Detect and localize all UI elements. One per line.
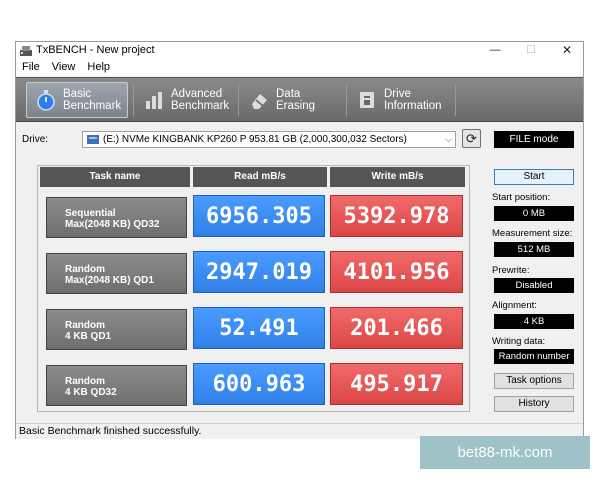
task-button[interactable]: Random 4 KB QD1 bbox=[46, 309, 187, 350]
task-name-line1: Random bbox=[65, 376, 105, 387]
header-read: Read mB/s bbox=[193, 167, 327, 187]
measurement-size-label: Measurement size: bbox=[492, 228, 573, 239]
read-value: 52.491 bbox=[193, 307, 325, 349]
start-button[interactable]: Start bbox=[494, 169, 574, 185]
drive-select[interactable]: (E:) NVMe KINGBANK KP260 P 953.81 GB (2,… bbox=[82, 131, 456, 148]
tab-advanced-benchmark[interactable]: Advanced Benchmark bbox=[135, 82, 235, 118]
measurement-size-value[interactable]: 512 MB bbox=[494, 242, 574, 257]
task-name-line1: Random bbox=[65, 320, 105, 331]
result-row-seq-qd32: Sequential Max(2048 KB) QD32 6956.305 53… bbox=[38, 189, 469, 243]
menu-bar: File View Help bbox=[16, 59, 583, 76]
tab-advanced-line1: Advanced bbox=[171, 88, 223, 100]
tab-erasing-line1: Data Erasing bbox=[276, 88, 315, 112]
menu-view[interactable]: View bbox=[52, 59, 76, 76]
toolbar: Basic Benchmark Advanced Benchmark Data Er… bbox=[16, 77, 583, 122]
read-value: 600.963 bbox=[193, 363, 325, 405]
write-value: 201.466 bbox=[330, 307, 463, 349]
start-position-value[interactable]: 0 MB bbox=[494, 206, 574, 221]
drive-select-value: (E:) NVMe KINGBANK KP260 P 953.81 GB (2,… bbox=[103, 134, 407, 145]
minimize-button[interactable]: — bbox=[480, 42, 510, 59]
tab-data-erasing[interactable]: Data Erasing bbox=[240, 82, 342, 118]
writing-data-value[interactable]: Random number bbox=[494, 349, 574, 364]
drive-label: Drive: bbox=[22, 134, 49, 145]
chevron-down-icon: ⌵ bbox=[445, 134, 452, 144]
task-options-button[interactable]: Task options bbox=[494, 373, 574, 389]
title-bar: TxBENCH - New project — ☐ ✕ bbox=[16, 42, 583, 59]
task-name-line1: Random bbox=[65, 264, 105, 275]
result-row-rnd-4k-qd32: Random 4 KB QD32 600.963 495.917 bbox=[38, 357, 469, 411]
task-name-line2: 4 KB QD32 bbox=[65, 387, 117, 398]
tab-basic-line1: Basic bbox=[63, 88, 92, 100]
eraser-icon bbox=[252, 94, 267, 109]
tab-drive-information[interactable]: Drive Information bbox=[348, 82, 452, 118]
menu-file[interactable]: File bbox=[22, 59, 40, 76]
task-name-line2: 4 KB QD1 bbox=[65, 331, 112, 342]
tab-advanced-line2: Benchmark bbox=[171, 100, 230, 112]
menu-help[interactable]: Help bbox=[87, 59, 110, 76]
prewrite-value[interactable]: Disabled bbox=[494, 278, 574, 293]
task-button[interactable]: Sequential Max(2048 KB) QD32 bbox=[46, 197, 187, 238]
results-header: Task name Read mB/s Write mB/s bbox=[38, 167, 469, 187]
maximize-button[interactable]: ☐ bbox=[516, 42, 546, 59]
task-button[interactable]: Random Max(2048 KB) QD1 bbox=[46, 253, 187, 294]
header-task-name: Task name bbox=[40, 167, 190, 187]
watermark: bet88-mk.com bbox=[420, 436, 590, 469]
refresh-icon: ⟳ bbox=[466, 131, 477, 146]
header-write: Write mB/s bbox=[330, 167, 465, 187]
read-value: 2947.019 bbox=[193, 251, 325, 293]
start-position-label: Start position: bbox=[492, 192, 551, 203]
write-value: 495.917 bbox=[330, 363, 463, 405]
result-row-rnd-max-qd1: Random Max(2048 KB) QD1 2947.019 4101.95… bbox=[38, 245, 469, 299]
result-row-rnd-4k-qd1: Random 4 KB QD1 52.491 201.466 bbox=[38, 301, 469, 355]
window-title: TxBENCH - New project bbox=[36, 44, 155, 56]
alignment-value[interactable]: 4 KB bbox=[494, 314, 574, 329]
file-mode-badge[interactable]: FILE mode bbox=[494, 131, 574, 148]
task-name-line2: Max(2048 KB) QD1 bbox=[65, 275, 154, 286]
bar-chart-icon bbox=[146, 92, 162, 109]
task-name-line2: Max(2048 KB) QD32 bbox=[65, 219, 160, 230]
history-button[interactable]: History bbox=[494, 396, 574, 412]
write-value: 5392.978 bbox=[330, 195, 463, 237]
app-icon bbox=[20, 46, 32, 56]
refresh-button[interactable]: ⟳ bbox=[462, 129, 481, 148]
tab-drive-line2: Information bbox=[384, 100, 442, 112]
close-button[interactable]: ✕ bbox=[552, 42, 582, 59]
alignment-label: Alignment: bbox=[492, 300, 537, 311]
app-window: TxBENCH - New project — ☐ ✕ File View He… bbox=[15, 41, 584, 439]
task-name-line1: Sequential bbox=[65, 208, 116, 219]
read-value: 6956.305 bbox=[193, 195, 325, 237]
tab-drive-line1: Drive bbox=[384, 88, 411, 100]
writing-data-label: Writing data: bbox=[492, 336, 546, 347]
tab-basic-line2: Benchmark bbox=[63, 100, 122, 112]
drive-info-icon bbox=[360, 92, 374, 108]
tab-basic-benchmark[interactable]: Basic Benchmark bbox=[26, 82, 128, 118]
task-button[interactable]: Random 4 KB QD32 bbox=[46, 365, 187, 406]
stopwatch-icon bbox=[37, 90, 55, 111]
write-value: 4101.956 bbox=[330, 251, 463, 293]
prewrite-label: Prewrite: bbox=[492, 265, 530, 276]
drive-icon bbox=[87, 135, 99, 144]
